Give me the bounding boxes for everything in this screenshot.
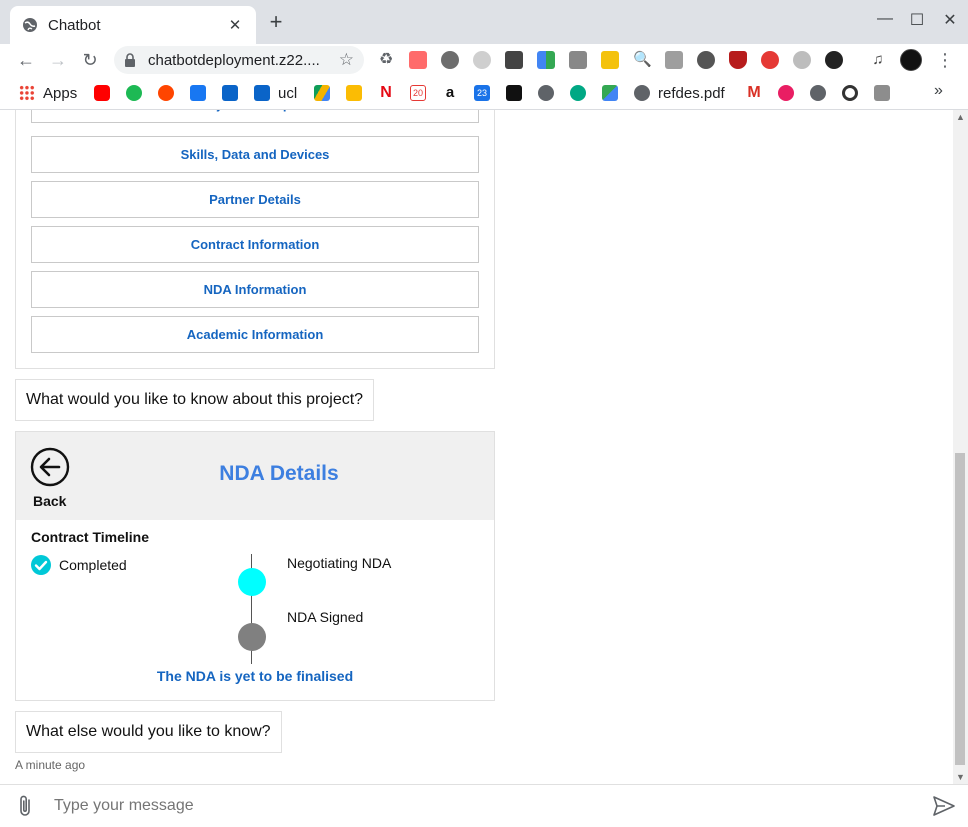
address-bar[interactable]: chatbotdeployment.z22.... ☆ <box>114 46 364 74</box>
completed-label: Completed <box>59 557 127 573</box>
globe-bookmark-icon[interactable] <box>538 84 554 102</box>
browser-tab[interactable]: Chatbot ✕ <box>10 6 256 44</box>
minimize-icon[interactable]: — <box>875 10 895 28</box>
new-tab-button[interactable]: + <box>264 10 288 34</box>
teal-bookmark-icon[interactable] <box>570 84 586 102</box>
film-extension-icon[interactable] <box>697 51 715 69</box>
academic-information-button[interactable]: Academic Information <box>31 316 479 353</box>
dark-extension-icon[interactable] <box>505 51 523 69</box>
scroll-up-icon[interactable]: ▲ <box>956 112 965 122</box>
message-composer <box>0 784 968 827</box>
gray-extension-icon[interactable] <box>441 51 459 69</box>
netflix-icon[interactable]: N <box>378 84 394 102</box>
scroll-down-icon[interactable]: ▼ <box>956 772 965 782</box>
timeline-dot-signed <box>238 623 266 651</box>
profile-avatar[interactable] <box>900 49 922 71</box>
window-close-icon[interactable]: ✕ <box>940 10 960 30</box>
timeline-title: Contract Timeline <box>31 529 149 545</box>
pink-bookmark-icon[interactable] <box>778 84 794 102</box>
timeline-dot-negotiating <box>238 568 266 596</box>
browser-toolbar: ← → ↻ chatbotdeployment.z22.... ☆ ♻ 🔍 ♫ … <box>0 44 968 76</box>
outlook-icon <box>254 85 270 101</box>
tab-close-icon[interactable]: ✕ <box>226 16 244 34</box>
chat-viewport: Project Description Skills, Data and Dev… <box>0 110 968 784</box>
timeline-step-label: NDA Signed <box>287 609 364 625</box>
stop-extension-icon[interactable] <box>761 51 779 69</box>
amazon-icon[interactable]: a <box>442 84 458 102</box>
back-label: Back <box>33 493 67 509</box>
keep-icon[interactable] <box>346 84 362 102</box>
paperclip-icon[interactable] <box>14 794 36 818</box>
google-extension-icon[interactable] <box>537 51 555 69</box>
bookmarks-bar: Apps ucl N 20 a 23 refdes.pdf M » <box>0 76 968 110</box>
circle-extension-icon[interactable] <box>793 51 811 69</box>
cloud-extension-icon[interactable] <box>473 51 491 69</box>
reload-icon[interactable]: ↻ <box>78 48 102 72</box>
page-scrollbar[interactable]: ▲ ▼ <box>953 110 968 784</box>
bookmark-apps[interactable]: Apps <box>19 84 77 102</box>
google-drive-icon[interactable] <box>314 84 330 102</box>
globe-icon <box>23 18 37 32</box>
project-menu-card: Project Description Skills, Data and Dev… <box>15 110 495 369</box>
url-text: chatbotdeployment.z22.... <box>148 51 320 69</box>
completed-legend: Completed <box>31 555 127 575</box>
outlook-icon[interactable] <box>222 84 238 102</box>
nda-information-button[interactable]: NDA Information <box>31 271 479 308</box>
message-timestamp: A minute ago <box>15 758 86 772</box>
send-icon[interactable] <box>932 794 956 818</box>
forward-arrow-icon[interactable]: → <box>46 48 70 72</box>
tab-strip: Chatbot ✕ + — ☐ ✕ <box>0 0 968 44</box>
bookmark-refdes[interactable]: refdes.pdf <box>634 84 725 102</box>
skills-data-devices-button[interactable]: Skills, Data and Devices <box>31 136 479 173</box>
more-bookmarks-chevron-icon[interactable]: » <box>934 82 943 100</box>
lock-icon <box>125 53 135 67</box>
back-arrow-circle-icon <box>30 447 70 487</box>
bot-message: What would you like to know about this p… <box>15 379 375 421</box>
nda-card-title: NDA Details <box>219 462 339 485</box>
maps-icon[interactable] <box>602 84 618 102</box>
gmail-icon[interactable]: M <box>746 84 762 102</box>
recycle-extension-icon[interactable]: ♻ <box>377 51 395 69</box>
facebook-icon[interactable] <box>190 84 206 102</box>
globe2-bookmark-icon[interactable] <box>810 84 826 102</box>
timeline-step-label: Negotiating NDA <box>287 555 392 571</box>
partner-details-button[interactable]: Partner Details <box>31 181 479 218</box>
media-control-icon[interactable]: ♫ <box>869 51 887 69</box>
gray2-extension-icon[interactable] <box>665 51 683 69</box>
magnifier-bookmark-icon[interactable] <box>842 84 858 102</box>
project-description-button[interactable]: Project Description <box>31 110 479 123</box>
calendar-icon[interactable]: 20 <box>410 84 426 102</box>
css-extension-icon[interactable] <box>569 51 587 69</box>
apps-grid-icon <box>19 85 35 101</box>
bookmark-ucl[interactable]: ucl <box>254 84 297 102</box>
nda-details-card: Back NDA Details Contract Timeline Compl… <box>15 431 495 701</box>
gnome-extension-icon[interactable] <box>825 51 843 69</box>
bookmark-star-icon[interactable]: ☆ <box>339 50 354 70</box>
globe-icon <box>634 85 650 101</box>
nda-status-text: The NDA is yet to be finalised <box>156 668 354 684</box>
calendar23-icon[interactable]: 23 <box>474 84 490 102</box>
maximize-icon[interactable]: ☐ <box>907 10 927 30</box>
reddit-icon[interactable] <box>158 84 174 102</box>
youtube-icon[interactable] <box>94 84 110 102</box>
green-bookmark-icon[interactable] <box>126 84 142 102</box>
tab-title: Chatbot <box>48 16 101 34</box>
yellow-extension-icon[interactable] <box>601 51 619 69</box>
menu-kebab-icon[interactable]: ⋮ <box>936 48 954 72</box>
scrollbar-thumb[interactable] <box>955 453 965 765</box>
ublock-extension-icon[interactable] <box>729 51 747 69</box>
bot-message: What else would you like to know? <box>15 711 282 753</box>
box-bookmark-icon[interactable] <box>874 84 890 102</box>
back-arrow-icon[interactable]: ← <box>14 48 38 72</box>
search-extension-icon[interactable]: 🔍 <box>633 51 652 69</box>
ucl-logo-icon[interactable] <box>506 84 522 102</box>
message-input[interactable] <box>54 793 904 819</box>
nda-card-header: Back NDA Details <box>16 432 494 520</box>
red-extension-icon[interactable] <box>409 51 427 69</box>
contract-information-button[interactable]: Contract Information <box>31 226 479 263</box>
check-circle-icon <box>31 555 51 575</box>
back-button[interactable]: Back <box>30 447 72 509</box>
